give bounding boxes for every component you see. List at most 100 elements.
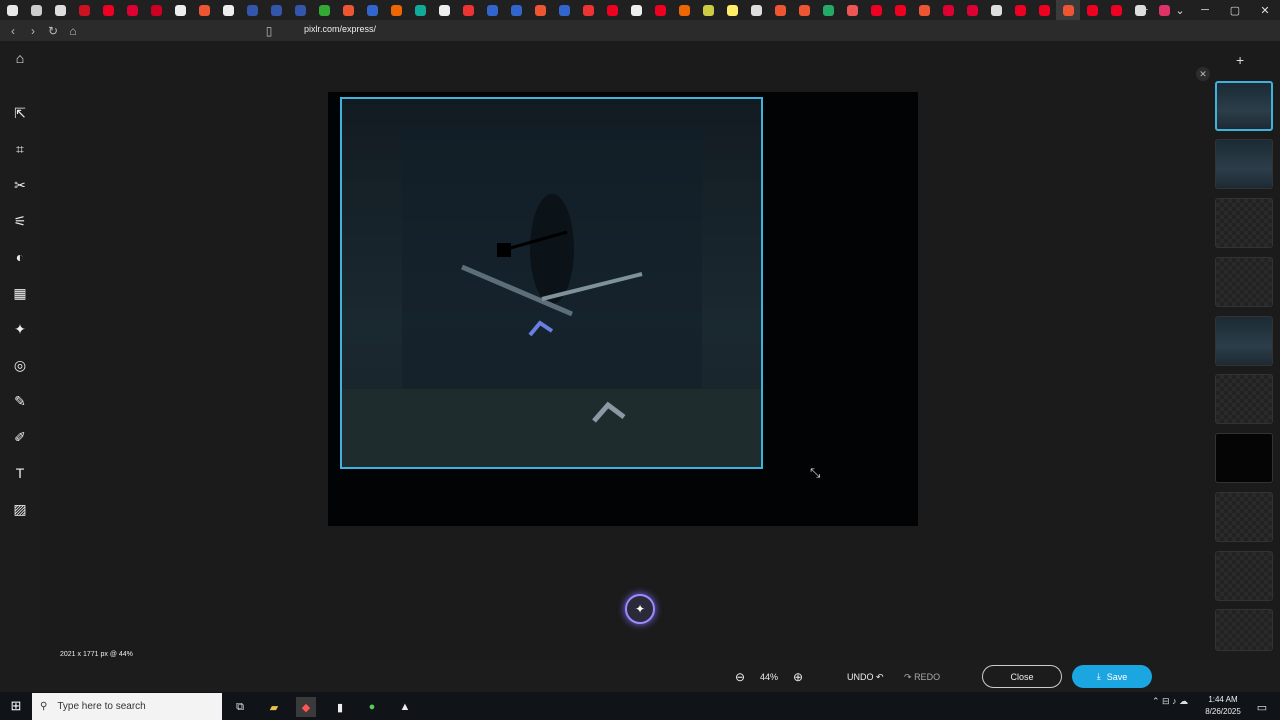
- system-tray[interactable]: ⌃ ⊟ ♪ ☁: [1152, 696, 1188, 707]
- save-button[interactable]: ⤓ Save: [1072, 665, 1152, 688]
- task-view-icon[interactable]: ⧉: [230, 697, 250, 717]
- browser-tab[interactable]: [120, 0, 144, 20]
- url-field[interactable]: pixlr.com/express/: [304, 24, 376, 34]
- browser-tab[interactable]: [48, 0, 72, 20]
- browser-tab[interactable]: [552, 0, 576, 20]
- windows-start-icon[interactable]: ⊞: [0, 692, 32, 720]
- browser-tab[interactable]: [336, 0, 360, 20]
- browser-tab[interactable]: [240, 0, 264, 20]
- browser-tab[interactable]: [144, 0, 168, 20]
- obs-icon[interactable]: ●: [362, 697, 382, 717]
- selected-photo-layer[interactable]: [340, 97, 763, 469]
- browser-tab[interactable]: [1008, 0, 1032, 20]
- arrange-icon[interactable]: ⇱: [9, 102, 31, 124]
- browser-tab[interactable]: [720, 0, 744, 20]
- zoom-out-icon[interactable]: ⊖: [735, 670, 745, 684]
- add-layer-button[interactable]: +: [1236, 52, 1244, 68]
- browser-tab[interactable]: [600, 0, 624, 20]
- browser-tab[interactable]: [528, 0, 552, 20]
- notifications-icon[interactable]: ▭: [1252, 697, 1272, 717]
- browser-tab[interactable]: [72, 0, 96, 20]
- browser-tab[interactable]: [192, 0, 216, 20]
- crop-icon[interactable]: ⌗: [9, 138, 31, 160]
- browser-tab[interactable]: [432, 0, 456, 20]
- browser-tab[interactable]: [504, 0, 528, 20]
- close-button[interactable]: Close: [982, 665, 1062, 688]
- browser-tab[interactable]: [312, 0, 336, 20]
- pattern-icon[interactable]: ▨: [9, 498, 31, 520]
- browser-tab[interactable]: [360, 0, 384, 20]
- audio-app-icon[interactable]: ▮: [330, 697, 350, 717]
- browser-tab[interactable]: [24, 0, 48, 20]
- browser-tab[interactable]: [1056, 0, 1080, 20]
- browser-tab[interactable]: [768, 0, 792, 20]
- new-tab-button[interactable]: +: [1130, 0, 1160, 20]
- back-icon[interactable]: ‹: [3, 21, 23, 41]
- browser-tab[interactable]: [816, 0, 840, 20]
- effect-icon[interactable]: ▦: [9, 282, 31, 304]
- brave-browser-icon[interactable]: ◆: [296, 697, 316, 717]
- layer-thumbnail[interactable]: [1215, 81, 1273, 131]
- maximize-button[interactable]: ▢: [1220, 0, 1250, 20]
- browser-tab[interactable]: [696, 0, 720, 20]
- layer-thumbnail[interactable]: [1215, 433, 1273, 483]
- browser-tab[interactable]: [864, 0, 888, 20]
- browser-tab[interactable]: [0, 0, 24, 20]
- layer-thumbnail[interactable]: [1215, 609, 1273, 651]
- browser-tab[interactable]: [624, 0, 648, 20]
- browser-tab[interactable]: [576, 0, 600, 20]
- bookmark-icon[interactable]: ▯: [259, 21, 279, 41]
- browser-tab[interactable]: [648, 0, 672, 20]
- browser-tab[interactable]: [840, 0, 864, 20]
- browser-tab[interactable]: [96, 0, 120, 20]
- home-icon[interactable]: ⌂: [9, 47, 31, 69]
- browser-tab[interactable]: [744, 0, 768, 20]
- browser-tab[interactable]: [288, 0, 312, 20]
- layer-thumbnail[interactable]: [1215, 139, 1273, 189]
- liquify-icon[interactable]: ◎: [9, 354, 31, 376]
- layer-thumbnail[interactable]: [1215, 257, 1273, 307]
- file-explorer-icon[interactable]: ▰: [264, 697, 284, 717]
- home-nav-icon[interactable]: ⌂: [63, 21, 83, 41]
- browser-tab[interactable]: [984, 0, 1008, 20]
- heal-icon[interactable]: ✎: [9, 390, 31, 412]
- layer-thumbnail[interactable]: [1215, 374, 1273, 424]
- minimize-button[interactable]: ─: [1190, 0, 1220, 20]
- browser-tab[interactable]: [792, 0, 816, 20]
- browser-tab[interactable]: [1104, 0, 1128, 20]
- layer-thumbnail[interactable]: [1215, 198, 1273, 248]
- close-panel-icon[interactable]: ✕: [1196, 67, 1210, 81]
- browser-tab[interactable]: [1080, 0, 1104, 20]
- browser-tab[interactable]: [384, 0, 408, 20]
- browser-tab[interactable]: [216, 0, 240, 20]
- retouch-icon[interactable]: ✦: [9, 318, 31, 340]
- zoom-in-icon[interactable]: ⊕: [793, 670, 803, 684]
- undo-button[interactable]: UNDO ↶: [847, 672, 884, 683]
- browser-tab[interactable]: [888, 0, 912, 20]
- layer-thumbnail[interactable]: [1215, 492, 1273, 542]
- layer-thumbnail[interactable]: [1215, 551, 1273, 601]
- taskbar-search[interactable]: ⚲ Type here to search: [32, 693, 222, 720]
- browser-tab[interactable]: [936, 0, 960, 20]
- browser-tab[interactable]: [480, 0, 504, 20]
- browser-tab[interactable]: [408, 0, 432, 20]
- layer-thumbnail[interactable]: [1215, 316, 1273, 366]
- brush-icon[interactable]: ✐: [9, 426, 31, 448]
- browser-tab[interactable]: [1032, 0, 1056, 20]
- forward-icon[interactable]: ›: [23, 21, 43, 41]
- ai-assist-button[interactable]: ✦: [625, 594, 655, 624]
- reload-icon[interactable]: ↻: [43, 21, 63, 41]
- app-icon[interactable]: ▲: [395, 697, 415, 717]
- redo-button[interactable]: ↷ REDO: [904, 672, 940, 683]
- filter-icon[interactable]: ◐: [9, 246, 31, 268]
- adjust-icon[interactable]: ⚟: [9, 210, 31, 232]
- text-icon[interactable]: T: [9, 462, 31, 484]
- browser-tab[interactable]: [960, 0, 984, 20]
- window-close-button[interactable]: ✕: [1250, 0, 1280, 20]
- browser-tab[interactable]: [264, 0, 288, 20]
- browser-tab[interactable]: [672, 0, 696, 20]
- browser-tab[interactable]: [168, 0, 192, 20]
- browser-tab[interactable]: [456, 0, 480, 20]
- cutout-icon[interactable]: ✂: [9, 174, 31, 196]
- browser-tab[interactable]: [912, 0, 936, 20]
